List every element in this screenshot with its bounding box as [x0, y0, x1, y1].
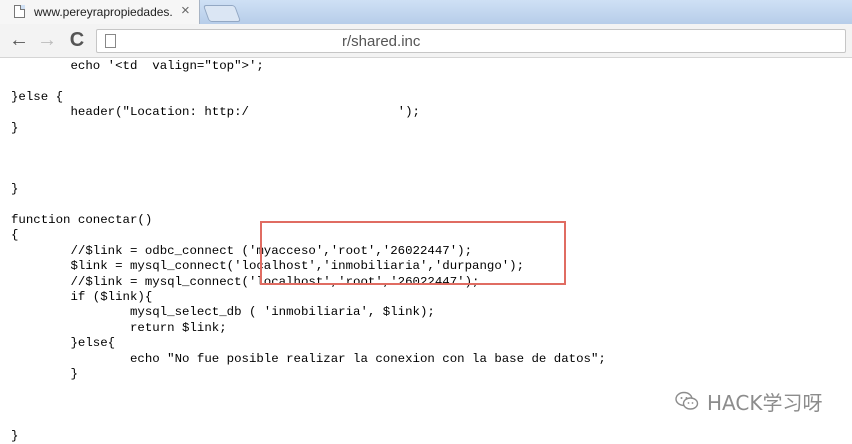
- code-line: header("Location: http:/ ');: [11, 105, 420, 120]
- new-tab-button[interactable]: [202, 5, 242, 22]
- code-line: }: [11, 120, 19, 135]
- code-line: function conectar(): [11, 213, 153, 227]
- wechat-icon: [675, 390, 699, 412]
- back-button[interactable]: ←: [6, 27, 32, 53]
- code-line: }else{: [11, 336, 116, 351]
- address-text: r/shared.inc: [342, 33, 421, 50]
- code-line: }: [11, 182, 19, 197]
- code-line: {: [11, 228, 19, 243]
- forward-button[interactable]: →: [34, 27, 60, 53]
- code-line: }else {: [11, 89, 64, 104]
- browser-tab[interactable]: www.pereyrapropiedades. ×: [0, 0, 200, 24]
- code-line: return $link;: [11, 320, 227, 335]
- code-line: }: [11, 367, 78, 381]
- reload-button[interactable]: C: [64, 27, 90, 53]
- code-line: if ($link){: [11, 290, 153, 304]
- page-favicon-icon: [14, 5, 25, 18]
- tab-close-icon[interactable]: ×: [181, 3, 190, 19]
- browser-toolbar: ← → C r/shared.inc: [0, 24, 852, 58]
- tab-title: www.pereyrapropiedades.: [34, 5, 173, 19]
- tab-strip: www.pereyrapropiedades. ×: [0, 0, 852, 24]
- highlight-box: [260, 221, 566, 285]
- code-line: mysql_select_db ( 'inmobiliaria', $link)…: [11, 305, 435, 320]
- watermark: HACK学习呀: [675, 388, 823, 415]
- page-icon: [105, 34, 116, 48]
- watermark-text: HACK学习呀: [707, 390, 823, 415]
- code-line: echo '<td valign="top">';: [11, 59, 264, 73]
- address-bar[interactable]: r/shared.inc: [96, 29, 846, 53]
- code-line: echo "No fue posible realizar la conexio…: [11, 351, 606, 366]
- page-content: echo '<td valign="top">'; }else { header…: [0, 58, 852, 443]
